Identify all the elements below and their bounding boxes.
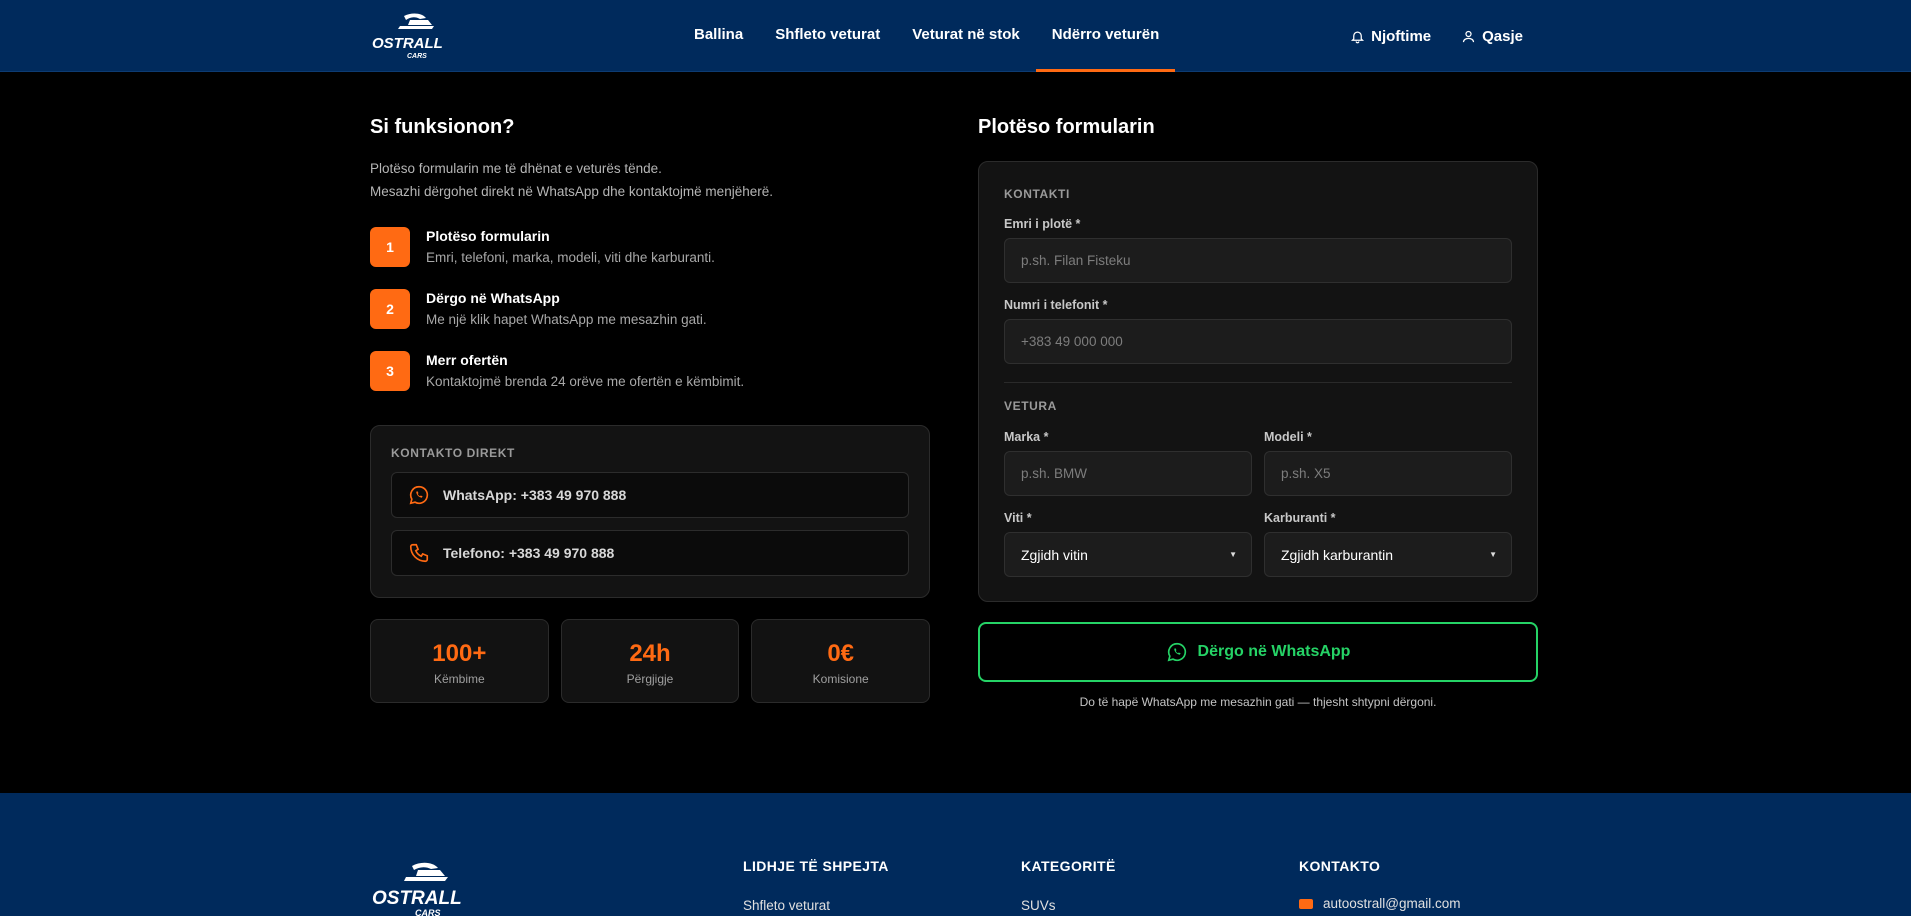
footer-email: autoostrall@gmail.com — [1323, 896, 1461, 911]
nav-veturat-ne-stok[interactable]: Veturat në stok — [896, 0, 1036, 72]
notifications-link[interactable]: Njoftime — [1350, 28, 1431, 45]
direct-contact-card: KONTAKTO DIREKT WhatsApp: +383 49 970 88… — [370, 425, 930, 598]
footer-link-suvs[interactable]: SUVs — [1021, 898, 1116, 913]
stat-label: Komisione — [812, 672, 869, 686]
main-nav: Ballina Shfleto veturat Veturat në stok … — [678, 0, 1175, 72]
notifications-label: Njoftime — [1371, 27, 1432, 45]
steps-list: 1 Plotëso formularin Emri, telefoni, mar… — [370, 227, 930, 413]
step-number: 2 — [370, 289, 410, 329]
svg-text:OSTRALL: OSTRALL — [372, 35, 443, 52]
brand-label: Marka * — [1004, 430, 1049, 444]
top-navbar: OSTRALL CARS Ballina Shfleto veturat Vet… — [0, 0, 1911, 72]
fuel-select[interactable]: Zgjidh karburantin ▼ — [1264, 532, 1512, 577]
form-section: Plotëso formularin KONTAKTI Emri i plotë… — [978, 116, 1538, 709]
quick-links-title: LIDHJE TË SHPEJTA — [743, 858, 889, 874]
step-desc: Emri, telefoni, marka, modeli, viti dhe … — [426, 250, 715, 265]
contact-group-title: KONTAKTI — [1004, 187, 1070, 201]
login-link[interactable]: Qasje — [1461, 28, 1523, 45]
site-footer: OSTRALL CARS LIDHJE TË SHPEJTA Shfleto v… — [0, 793, 1911, 916]
step-1: 1 Plotëso formularin Emri, telefoni, mar… — [370, 227, 930, 289]
footer-email-link[interactable]: autoostrall@gmail.com — [1299, 896, 1461, 911]
header-actions: Njoftime Qasje — [1350, 0, 1523, 72]
step-number: 3 — [370, 351, 410, 391]
whatsapp-contact-label: WhatsApp: +383 49 970 888 — [443, 487, 627, 503]
stat-value: 0€ — [827, 640, 855, 667]
stat-card: 100+ Këmbime — [370, 619, 549, 703]
whatsapp-contact-button[interactable]: WhatsApp: +383 49 970 888 — [391, 472, 909, 518]
year-select-value: Zgjidh vitin — [1021, 546, 1088, 563]
stat-card: 0€ Komisione — [751, 619, 931, 703]
trade-in-form: KONTAKTI Emri i plotë * Numri i telefoni… — [978, 161, 1538, 602]
site-logo[interactable]: OSTRALL CARS — [370, 10, 446, 62]
footer-quick-links: LIDHJE TË SHPEJTA Shfleto veturat — [743, 858, 889, 913]
phone-contact-label: Telefono: +383 49 970 888 — [443, 545, 615, 561]
phone-contact-button[interactable]: Telefono: +383 49 970 888 — [391, 530, 909, 576]
car-group-title: VETURA — [1004, 399, 1057, 413]
stat-card: 24h Përgjigje — [560, 619, 740, 703]
stats-row: 100+ Këmbime 24h Përgjigje 0€ Komisione — [370, 619, 931, 703]
name-label: Emri i plotë * — [1004, 217, 1081, 231]
chevron-down-icon: ▼ — [1229, 550, 1237, 559]
footer-logo[interactable]: OSTRALL CARS — [370, 858, 463, 916]
nav-shfleto-veturat[interactable]: Shfleto veturat — [759, 0, 896, 72]
mail-icon — [1299, 898, 1313, 909]
step-title: Dërgo në WhatsApp — [426, 290, 560, 306]
send-whatsapp-button[interactable]: Dërgo në WhatsApp — [978, 622, 1538, 682]
footer-contact-title: KONTAKTO — [1299, 858, 1381, 874]
step-title: Plotëso formularin — [426, 228, 550, 244]
direct-contact-title: KONTAKTO DIREKT — [391, 446, 515, 460]
step-desc: Kontaktojmë brenda 24 orëve me ofertën e… — [426, 374, 745, 389]
nav-ballina[interactable]: Ballina — [678, 0, 759, 72]
year-select[interactable]: Zgjidh vitin ▼ — [1004, 532, 1252, 577]
footer-link-shfleto[interactable]: Shfleto veturat — [743, 898, 889, 913]
form-divider — [1004, 382, 1512, 383]
submit-note: Do të hapë WhatsApp me mesazhin gati — t… — [1079, 695, 1437, 709]
full-name-input[interactable] — [1004, 238, 1512, 283]
step-title: Merr ofertën — [426, 352, 508, 368]
login-label: Qasje — [1482, 27, 1523, 45]
phone-label: Numri i telefonit * — [1004, 298, 1108, 312]
year-label: Viti * — [1004, 511, 1032, 525]
stat-label: Këmbime — [433, 672, 485, 686]
svg-text:CARS: CARS — [415, 908, 441, 916]
chevron-down-icon: ▼ — [1489, 550, 1497, 559]
form-title: Plotëso formularin — [978, 116, 1155, 138]
svg-text:CARS: CARS — [407, 53, 427, 60]
intro-line-2: Mesazhi dërgohet direkt në WhatsApp dhe … — [370, 184, 773, 199]
intro-line-1: Plotëso formularin me të dhënat e veturë… — [370, 161, 662, 176]
how-title: Si funksionon? — [370, 116, 515, 138]
whatsapp-icon — [409, 485, 429, 505]
model-input[interactable] — [1264, 451, 1512, 496]
footer-categories: KATEGORITË SUVs — [1021, 858, 1116, 913]
bell-icon — [1351, 31, 1365, 43]
phone-input[interactable] — [1004, 319, 1512, 364]
send-whatsapp-label: Dërgo në WhatsApp — [1197, 643, 1351, 660]
stat-label: Përgjigje — [626, 672, 674, 686]
brand-input[interactable] — [1004, 451, 1252, 496]
step-number: 1 — [370, 227, 410, 267]
nav-nderro-veturen[interactable]: Ndërro veturën — [1035, 0, 1176, 72]
fuel-select-value: Zgjidh karburantin — [1281, 546, 1394, 563]
step-3: 3 Merr ofertën Kontaktojmë brenda 24 orë… — [370, 351, 930, 413]
step-2: 2 Dërgo në WhatsApp Me një klik hapet Wh… — [370, 289, 930, 351]
how-it-works-section: Si funksionon? Plotëso formularin me të … — [370, 116, 931, 703]
whatsapp-icon — [1167, 642, 1186, 662]
phone-icon — [409, 543, 429, 563]
model-label: Modeli * — [1264, 430, 1312, 444]
svg-text:OSTRALL: OSTRALL — [372, 888, 462, 909]
step-desc: Me një klik hapet WhatsApp me mesazhin g… — [426, 312, 707, 327]
fuel-label: Karburanti * — [1264, 511, 1336, 525]
footer-contact: KONTAKTO autoostrall@gmail.com — [1299, 858, 1461, 911]
user-icon — [1463, 30, 1475, 42]
categories-title: KATEGORITË — [1021, 858, 1116, 874]
stat-value: 24h — [629, 640, 671, 667]
stat-value: 100+ — [432, 640, 487, 667]
how-intro: Plotëso formularin me të dhënat e veturë… — [370, 157, 930, 203]
